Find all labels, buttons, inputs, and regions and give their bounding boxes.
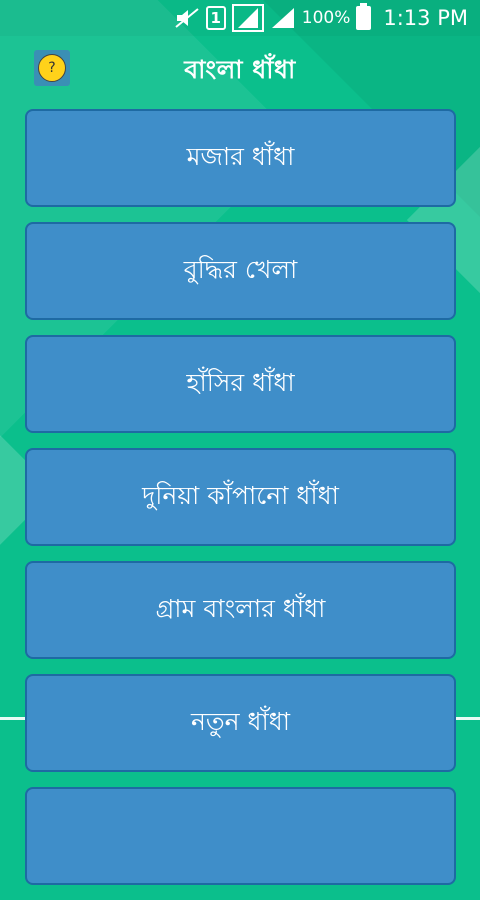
menu-list: মজার ধাঁধা বুদ্ধির খেলা হাঁসির ধাঁধা দুন… — [25, 109, 456, 900]
menu-item-partial[interactable] — [25, 787, 456, 885]
menu-item-new-riddles[interactable]: নতুন ধাঁধা — [25, 674, 456, 772]
battery-icon — [356, 3, 372, 32]
app-logo-icon[interactable]: ? — [34, 50, 70, 86]
status-bar: 1 100% 1:13 PM — [0, 0, 480, 36]
signal-icon — [231, 4, 264, 32]
menu-item-world-shaking-riddles[interactable]: দুনিয়া কাঁপানো ধাঁধা — [25, 448, 456, 546]
mute-icon — [174, 4, 200, 32]
battery-percent: 100% — [301, 8, 351, 28]
app-bar: ? বাংলা ধাঁধা — [0, 36, 480, 106]
menu-item-brain-games[interactable]: বুদ্ধির খেলা — [25, 222, 456, 320]
clock: 1:13 PM — [383, 6, 468, 30]
thinking-face-icon: ? — [38, 54, 66, 82]
signal-icon — [270, 4, 296, 32]
menu-item-laughing-riddles[interactable]: হাঁসির ধাঁধা — [25, 335, 456, 433]
menu-item-village-bangla-riddles[interactable]: গ্রাম বাংলার ধাঁধা — [25, 561, 456, 659]
sim-number: 1 — [205, 6, 226, 30]
menu-item-funny-riddles[interactable]: মজার ধাঁধা — [25, 109, 456, 207]
page-title: বাংলা ধাঁধা — [184, 54, 296, 84]
sim-icon: 1 — [205, 4, 226, 32]
